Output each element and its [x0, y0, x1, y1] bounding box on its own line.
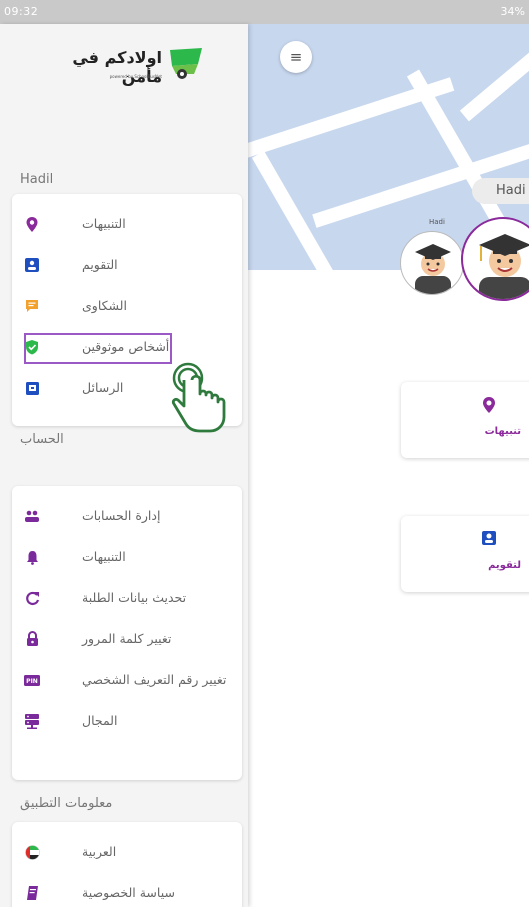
avatar-name: Hadi	[429, 218, 445, 226]
contact-card-icon	[481, 530, 497, 551]
logo-tagline: powered by SchoolBusNet	[109, 74, 162, 79]
menu-item-change-password[interactable]: تغيير كلمة المرور	[12, 619, 242, 660]
location-pin-icon	[481, 396, 497, 419]
book-icon	[24, 885, 40, 901]
menu-item-label: الشكاوى	[82, 298, 127, 313]
server-icon	[24, 713, 40, 729]
menu-item-notifications[interactable]: التنبيهات	[12, 537, 242, 578]
people-icon	[24, 508, 40, 524]
menu-item-label: المجال	[82, 713, 118, 728]
menu-item-label: الرسائل	[82, 380, 124, 395]
menu-item-privacy-policy[interactable]: سياسة الخصوصية	[12, 873, 242, 907]
menu-item-label: التنبيهات	[82, 216, 126, 231]
card-label: لتقويم	[488, 560, 521, 571]
menu-item-label: التنبيهات	[82, 549, 126, 564]
menu-item-domain[interactable]: المجال	[12, 701, 242, 742]
account-menu: إدارة الحسابات التنبيهات تحديث بيانات ال…	[12, 486, 242, 780]
avatar[interactable]	[461, 217, 529, 301]
svg-text:PIN: PIN	[26, 678, 38, 685]
refresh-icon	[24, 590, 40, 606]
menu-item-alerts[interactable]: التنبيهات	[12, 204, 242, 245]
card-label: تنبيهات	[484, 426, 521, 437]
pin-badge-icon: PIN	[24, 672, 40, 688]
alerts-card[interactable]: تنبيهات	[401, 382, 529, 458]
child-name-chip[interactable]: Hadi	[472, 178, 529, 204]
uae-flag-icon	[24, 844, 40, 860]
menu-item-label: سياسة الخصوصية	[82, 885, 175, 900]
bus-logo-icon	[170, 48, 202, 79]
logo-title: اولادكم في مأمن	[72, 48, 162, 86]
bell-icon	[24, 549, 40, 565]
section-title-account: الحساب	[20, 432, 64, 447]
trusted-people-highlight	[24, 333, 172, 364]
contact-card-icon	[24, 257, 40, 273]
app-info-menu: العربية سياسة الخصوصية	[12, 822, 242, 907]
tap-hand-icon	[171, 362, 226, 433]
menu-item-label: التقويم	[82, 257, 118, 272]
menu-item-change-pin[interactable]: PIN تغيير رقم التعريف الشخصي	[12, 660, 242, 701]
menu-item-language[interactable]: العربية	[12, 832, 242, 873]
status-battery: 34%	[500, 5, 525, 18]
hamburger-icon[interactable]: ≡	[280, 41, 312, 73]
menu-item-refresh-students[interactable]: تحديث بيانات الطلبة	[12, 578, 242, 619]
main-screen: ≡ Hadi Hadi تنبيهات لتقويم	[248, 24, 529, 907]
calendar-card[interactable]: لتقويم	[401, 516, 529, 592]
avatar[interactable]	[400, 231, 464, 295]
location-pin-icon	[24, 216, 40, 232]
app-logo: اولادكم في مأمن powered by SchoolBusNet	[52, 40, 202, 90]
lock-icon	[24, 631, 40, 647]
menu-item-label: إدارة الحسابات	[82, 508, 161, 523]
menu-item-label: تغيير كلمة المرور	[82, 631, 172, 646]
menu-item-label: العربية	[82, 844, 117, 859]
menu-item-calendar[interactable]: التقويم	[12, 245, 242, 286]
navigation-drawer: اولادكم في مأمن powered by SchoolBusNet …	[0, 24, 248, 907]
section-title-app-info: معلومات التطبيق	[20, 796, 113, 811]
menu-item-manage-accounts[interactable]: إدارة الحسابات	[12, 496, 242, 537]
section-title-child: Hadil	[20, 172, 54, 187]
comment-icon	[24, 298, 40, 314]
menu-item-label: تغيير رقم التعريف الشخصي	[82, 672, 227, 687]
message-box-icon	[24, 380, 40, 396]
menu-item-complaints[interactable]: الشكاوى	[12, 286, 242, 327]
status-time: 09:32	[4, 5, 39, 18]
status-bar: 09:32 34%	[0, 0, 529, 24]
menu-item-label: تحديث بيانات الطلبة	[82, 590, 187, 605]
